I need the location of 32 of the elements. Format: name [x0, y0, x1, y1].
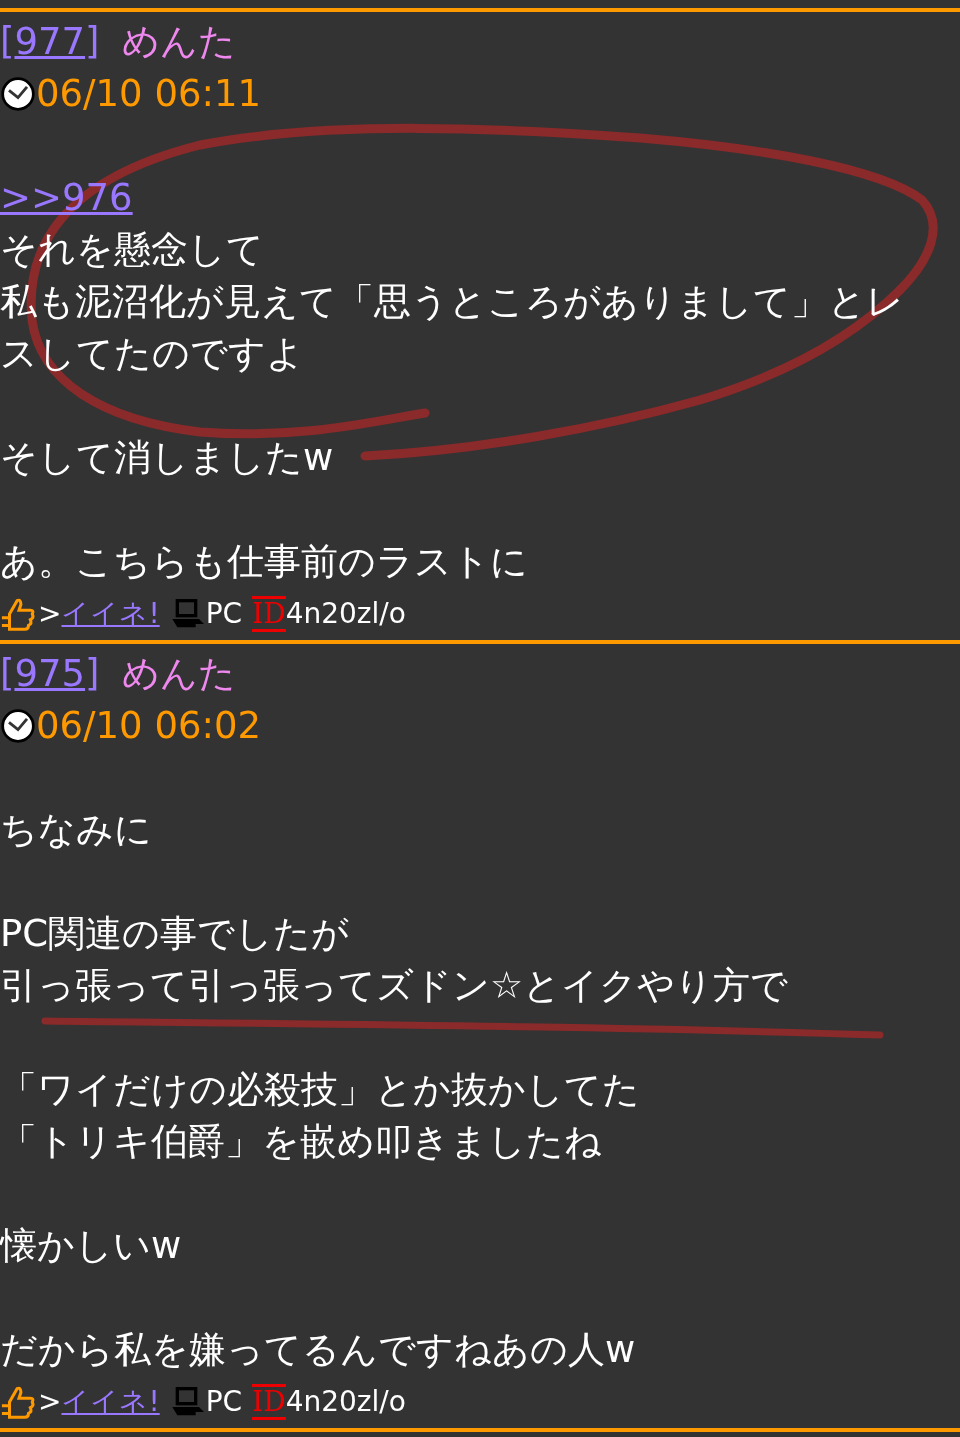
user-id: 4n20zl/o	[285, 1384, 406, 1420]
user-id: 4n20zl/o	[285, 596, 406, 632]
post-text: あ。こちらも仕事前のラストに	[0, 540, 528, 583]
post-text: 私も泥沼化が見えて「思うところがありまして」とレ	[0, 280, 904, 323]
post-text: 「ワイだけの必殺技」とか抜かしてた	[0, 1068, 640, 1111]
clock-icon	[0, 708, 36, 744]
device-label: PC	[205, 596, 243, 632]
post-text: 引っ張って引っ張ってズドン☆とイクやり方で	[0, 964, 789, 1007]
poster-name: めんた	[121, 651, 236, 697]
device-label: PC	[205, 1384, 243, 1420]
laptop-icon	[171, 1387, 206, 1417]
post-number[interactable]: [977]	[0, 16, 100, 68]
post-number[interactable]: [975]	[0, 648, 100, 700]
arrow-text: >	[38, 1384, 62, 1420]
post-date: 06/10 06:02	[36, 703, 262, 749]
clock-icon	[0, 76, 36, 112]
id-badge: ID	[252, 1384, 286, 1420]
post-text: 「トリキ伯爵」を嵌め叩きましたね	[0, 1120, 602, 1163]
like-link[interactable]: イイネ!	[61, 588, 160, 640]
post-text: スしてたのですよ	[0, 332, 304, 375]
reply-link[interactable]: >>976	[0, 176, 133, 219]
post-text: だから私を嫌ってるんですねあの人w	[0, 1328, 636, 1371]
arrow-text: >	[38, 596, 62, 632]
post-text: ちなみに	[0, 808, 152, 851]
id-badge: ID	[252, 596, 286, 632]
post-text: それを懸念して	[0, 228, 264, 271]
post-text: そして消しましたw	[0, 436, 334, 479]
poster-name: めんた	[121, 19, 236, 65]
laptop-icon	[171, 599, 206, 629]
post-text: PC関連の事でしたが	[0, 912, 350, 955]
like-link[interactable]: イイネ!	[61, 1376, 160, 1428]
post-date: 06/10 06:11	[36, 71, 262, 117]
